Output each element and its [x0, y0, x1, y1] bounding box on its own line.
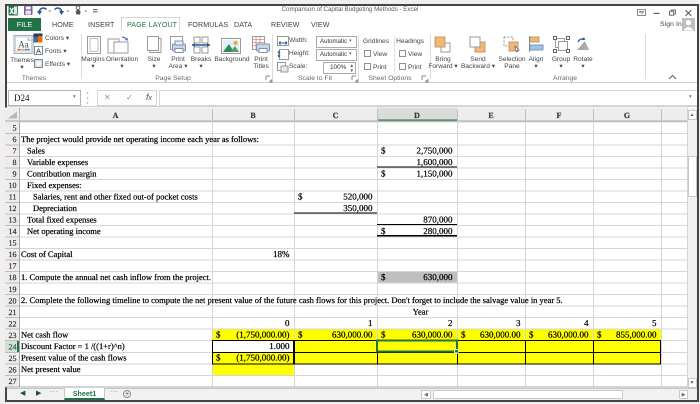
svg-text:280,000: 280,000: [423, 226, 453, 236]
svg-text:Net operating income: Net operating income: [27, 226, 101, 236]
svg-text:3: 3: [516, 318, 521, 328]
svg-text:Discount Factor = 1 /((1+r)^n): Discount Factor = 1 /((1+r)^n): [21, 341, 125, 351]
svg-text:20: 20: [9, 296, 17, 305]
svg-text:5: 5: [652, 318, 657, 328]
svg-text:2,750,000: 2,750,000: [417, 145, 454, 155]
svg-text:630,000.00: 630,000.00: [332, 330, 373, 340]
svg-text:Contribution margin: Contribution margin: [27, 168, 97, 178]
svg-text:2: 2: [448, 318, 453, 328]
svg-text:B: B: [250, 111, 256, 120]
svg-text:1,150,000: 1,150,000: [417, 168, 454, 178]
svg-text:4: 4: [584, 318, 589, 328]
svg-text:$: $: [381, 330, 386, 340]
svg-text:350,000: 350,000: [343, 203, 373, 213]
svg-text:1.000: 1.000: [269, 341, 290, 351]
svg-text:1. Compute the annual net cash: 1. Compute the annual net cash inflow fr…: [21, 272, 211, 282]
svg-text:Variable expenses: Variable expenses: [27, 157, 88, 167]
svg-text:5: 5: [13, 123, 17, 132]
svg-text:$: $: [381, 226, 386, 236]
svg-text:Salaries, rent and other fixed: Salaries, rent and other fixed out-of po…: [33, 191, 198, 201]
svg-text:12: 12: [9, 204, 17, 213]
svg-text:19: 19: [9, 285, 17, 294]
svg-text:A: A: [113, 111, 119, 120]
svg-text:Year: Year: [413, 307, 429, 317]
svg-text:E: E: [488, 111, 493, 120]
svg-text:$: $: [298, 330, 303, 340]
svg-text:2. Complete the following tim: 2. Complete the following timeline to co…: [21, 295, 563, 305]
svg-text:21: 21: [9, 308, 17, 317]
svg-text:$: $: [216, 330, 221, 340]
svg-text:Cost of Capital: Cost of Capital: [21, 249, 73, 259]
svg-text:25: 25: [9, 354, 17, 363]
svg-text:Net cash flow: Net cash flow: [21, 330, 69, 340]
svg-text:$: $: [461, 330, 466, 340]
svg-text:855,000.00: 855,000.00: [616, 330, 657, 340]
svg-text:1: 1: [368, 318, 373, 328]
svg-text:16: 16: [9, 250, 17, 259]
svg-text:1,600,000: 1,600,000: [417, 157, 454, 167]
svg-text:22: 22: [9, 319, 17, 328]
svg-text:F: F: [557, 111, 562, 120]
svg-text:24: 24: [9, 342, 17, 351]
svg-text:$: $: [381, 168, 386, 178]
svg-text:Fixed expenses:: Fixed expenses:: [27, 180, 82, 190]
svg-text:C: C: [333, 111, 339, 120]
svg-text:27: 27: [9, 377, 17, 386]
svg-text:Total fixed expenses: Total fixed expenses: [27, 214, 97, 224]
svg-text:Present value of the cash flow: Present value of the cash flows: [21, 353, 127, 363]
svg-text:$: $: [298, 191, 303, 201]
svg-text:15: 15: [9, 239, 17, 248]
svg-text:Depreciation: Depreciation: [33, 203, 78, 213]
svg-text:(1,750,000.00): (1,750,000.00): [236, 330, 289, 340]
svg-text:11: 11: [9, 193, 17, 202]
svg-text:14: 14: [9, 227, 17, 236]
svg-text:23: 23: [9, 331, 17, 340]
svg-text:10: 10: [9, 181, 17, 190]
svg-text:18%: 18%: [273, 249, 290, 259]
svg-text:G: G: [624, 111, 630, 120]
svg-text:17: 17: [9, 262, 17, 271]
svg-text:630,000: 630,000: [423, 272, 453, 282]
svg-text:Sales: Sales: [27, 145, 45, 155]
svg-text:7: 7: [13, 147, 17, 156]
svg-text:$: $: [216, 353, 221, 363]
svg-text:$: $: [381, 272, 386, 282]
svg-text:18: 18: [9, 273, 17, 282]
svg-text:9: 9: [13, 170, 17, 179]
svg-text:Net present value: Net present value: [21, 364, 81, 374]
svg-text:13: 13: [9, 216, 17, 225]
svg-text:26: 26: [9, 365, 17, 374]
svg-text:630,000.00: 630,000.00: [412, 330, 453, 340]
svg-text:630,000.00: 630,000.00: [480, 330, 521, 340]
svg-text:D: D: [414, 111, 420, 120]
svg-text:$: $: [381, 145, 386, 155]
svg-text:$: $: [597, 330, 602, 340]
svg-text:630,000.00: 630,000.00: [548, 330, 589, 340]
svg-text:8: 8: [13, 158, 17, 167]
svg-text:870,000: 870,000: [423, 214, 453, 224]
svg-text:The project would provide net: The project would provide net operating …: [21, 134, 259, 144]
svg-text:6: 6: [13, 135, 17, 144]
svg-text:(1,750,000.00): (1,750,000.00): [236, 353, 289, 363]
svg-text:520,000: 520,000: [343, 191, 373, 201]
svg-text:0: 0: [285, 318, 290, 328]
svg-text:$: $: [529, 330, 534, 340]
